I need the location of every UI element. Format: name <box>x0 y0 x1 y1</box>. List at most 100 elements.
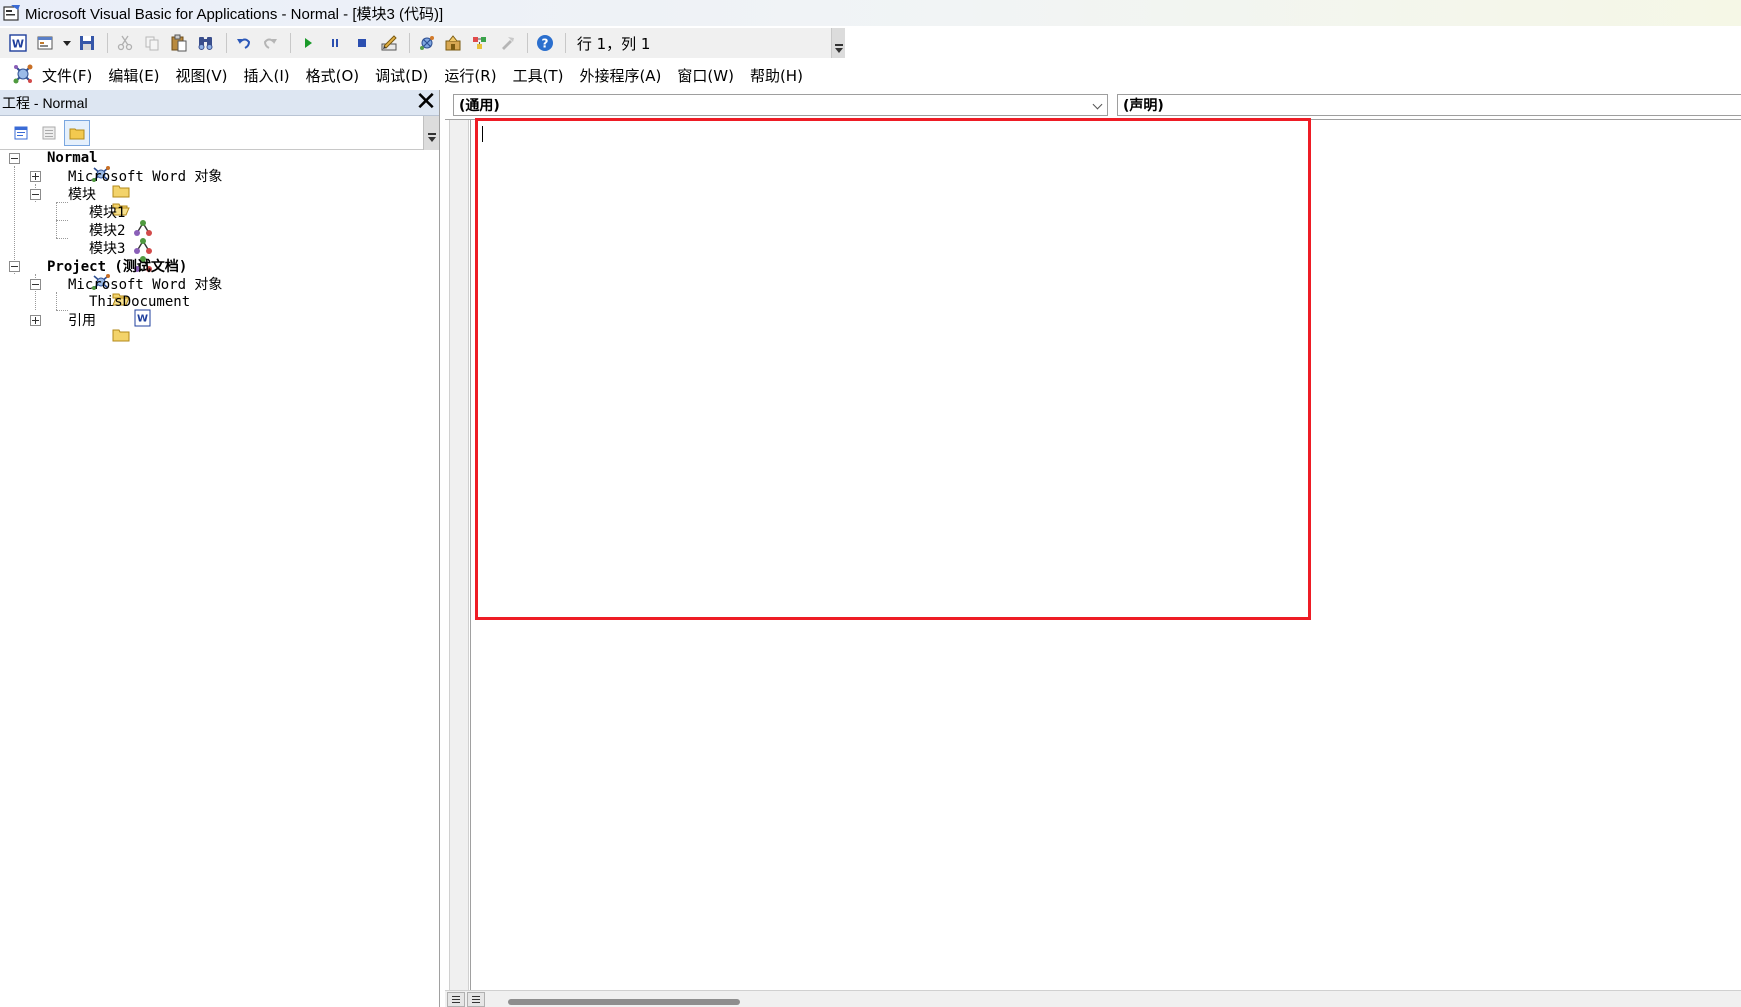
panel-toolbar-overflow[interactable] <box>423 116 439 150</box>
svg-text:W: W <box>137 314 148 325</box>
module-icon <box>66 239 153 272</box>
tree-item-label: Microsoft Word 对象 <box>68 169 223 185</box>
toolbar-overflow-button[interactable] <box>831 28 845 58</box>
properties-window-icon[interactable] <box>442 31 466 55</box>
tree-item-label: Project (测试文档) <box>47 259 188 275</box>
object-browser-icon[interactable] <box>468 31 492 55</box>
menu-insert[interactable]: 插入(I) <box>244 65 290 86</box>
vba-menu-icon[interactable] <box>12 63 34 87</box>
standard-toolbar: W ? 行 1，列 1 <box>0 28 845 58</box>
project-explorer-header: 工程 - Normal ✕ <box>0 89 439 116</box>
word-document-icon: W <box>66 293 151 327</box>
module-icon <box>66 221 153 254</box>
tree-item-modules[interactable]: 模块 <box>30 184 131 216</box>
vba-project-icon <box>24 149 111 182</box>
save-icon[interactable] <box>76 31 100 55</box>
view-object-icon[interactable] <box>36 120 62 146</box>
insert-userform-icon[interactable] <box>33 31 57 55</box>
menu-addins[interactable]: 外接程序(A) <box>579 65 661 86</box>
tree-item-module2[interactable]: 模块2 <box>66 220 153 254</box>
view-code-icon[interactable] <box>8 120 34 146</box>
folder-closed-icon <box>45 167 130 198</box>
project-explorer-toolbar <box>0 116 439 150</box>
toggle-folders-icon[interactable] <box>64 119 90 146</box>
menu-help[interactable]: 帮助(H) <box>750 65 803 86</box>
menu-window[interactable]: 窗口(W) <box>677 65 734 86</box>
tree-item-module1[interactable]: 模块1 <box>66 202 153 236</box>
menu-bar: 文件(F) 编辑(E) 视图(V) 插入(I) 格式(O) 调试(D) 运行(R… <box>0 60 1741 90</box>
procedure-dropdown[interactable]: (声明) <box>1117 94 1741 116</box>
margin-indicator-bar[interactable] <box>445 120 471 1000</box>
horizontal-scrollbar[interactable] <box>445 990 1741 1007</box>
undo-icon[interactable] <box>232 31 256 55</box>
paste-icon[interactable] <box>167 31 191 55</box>
folder-open-icon <box>45 185 131 216</box>
menu-file[interactable]: 文件(F) <box>42 65 92 86</box>
module-icon <box>66 203 153 236</box>
menu-edit[interactable]: 编辑(E) <box>108 65 159 86</box>
menu-tools[interactable]: 工具(T) <box>513 65 564 86</box>
collapse-icon[interactable] <box>9 260 20 272</box>
folder-open-icon <box>45 275 131 306</box>
procedure-view-icon[interactable] <box>447 992 465 1007</box>
tree-item-references[interactable]: 引用 <box>30 310 130 342</box>
tree-item-label: 模块1 <box>89 205 126 221</box>
tree-item-label: 模块3 <box>89 241 126 257</box>
close-icon[interactable]: ✕ <box>413 89 439 116</box>
toolbar-separator <box>564 33 566 53</box>
svg-text:?: ? <box>541 37 548 51</box>
toolbar-separator <box>225 33 227 53</box>
vba-project-icon <box>24 257 111 290</box>
object-dropdown-value: (通用) <box>459 98 500 114</box>
break-icon[interactable] <box>323 31 347 55</box>
chevron-down-icon[interactable] <box>60 31 74 55</box>
tree-item-thisdocument[interactable]: W ThisDocument <box>66 292 191 327</box>
tree-item-module3[interactable]: 模块3 <box>66 238 153 272</box>
collapse-icon[interactable] <box>30 188 41 200</box>
menu-view[interactable]: 视图(V) <box>176 65 228 86</box>
svg-text:W: W <box>12 38 24 51</box>
cut-icon[interactable] <box>113 31 137 55</box>
object-dropdown[interactable]: (通用) <box>453 94 1108 116</box>
scrollbar-thumb[interactable] <box>508 999 740 1005</box>
find-icon[interactable] <box>194 31 218 55</box>
tree-item-word-objects[interactable]: Microsoft Word 对象 <box>30 166 223 198</box>
expand-icon[interactable] <box>30 314 41 326</box>
tree-item-project[interactable]: Project (测试文档) <box>9 256 188 290</box>
word-icon[interactable]: W <box>6 31 30 55</box>
title-bar: Microsoft Visual Basic for Applications … <box>0 0 1741 26</box>
project-explorer-title: 工程 - Normal <box>2 94 88 111</box>
toolbar-separator <box>526 33 528 53</box>
tree-item-label: Normal <box>47 150 98 166</box>
highlight-box <box>475 118 1311 620</box>
toolbar-separator <box>107 33 109 53</box>
menu-format[interactable]: 格式(O) <box>306 65 360 86</box>
run-icon[interactable] <box>296 31 320 55</box>
tree-item-label: 模块 <box>68 187 96 203</box>
collapse-icon[interactable] <box>30 278 41 290</box>
toolbar-separator <box>290 33 292 53</box>
chevron-down-icon[interactable] <box>1092 99 1103 110</box>
toolbar-separator <box>408 33 410 53</box>
procedure-dropdown-value: (声明) <box>1123 98 1164 114</box>
expand-icon[interactable] <box>30 170 41 182</box>
menu-debug[interactable]: 调试(D) <box>375 65 428 86</box>
margin-indicator-inner <box>449 120 469 1000</box>
redo-icon[interactable] <box>259 31 283 55</box>
collapse-icon[interactable] <box>9 152 20 164</box>
design-mode-icon[interactable] <box>377 31 401 55</box>
tree-item-label: Microsoft Word 对象 <box>68 277 223 293</box>
folder-closed-icon <box>45 311 130 342</box>
tree-item-label: ThisDocument <box>89 294 191 310</box>
tree-item-word-objects-2[interactable]: Microsoft Word 对象 <box>30 274 223 306</box>
vba-app-icon <box>3 4 21 22</box>
copy-icon[interactable] <box>140 31 164 55</box>
toolbox-icon[interactable] <box>495 31 519 55</box>
help-icon[interactable]: ? <box>533 31 557 55</box>
menu-run[interactable]: 运行(R) <box>444 65 496 86</box>
reset-icon[interactable] <box>350 31 374 55</box>
project-explorer-icon[interactable] <box>415 31 439 55</box>
project-explorer-panel: 工程 - Normal ✕ Normal Microsoft Word 对象 模… <box>0 89 440 1007</box>
tree-item-normal[interactable]: Normal <box>9 148 111 182</box>
full-module-view-icon[interactable] <box>467 992 485 1007</box>
